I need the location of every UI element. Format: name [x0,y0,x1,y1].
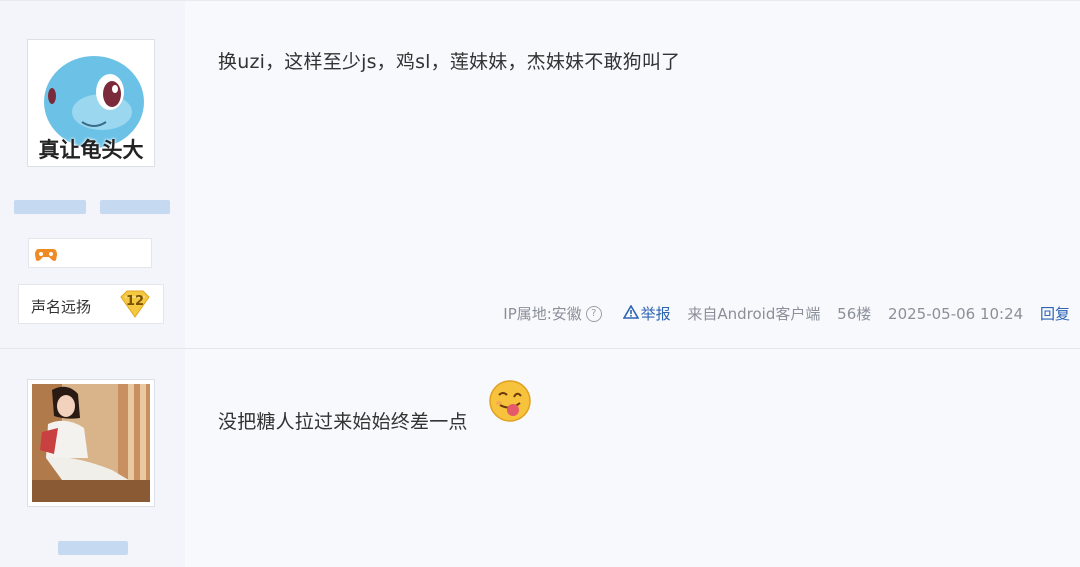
tongue-emoji-icon [489,380,531,422]
post-floor-56: 真让龟头大 声名远扬 12 换uzi，这样至少js，鸡sl，莲妹妹，杰妹妹不敢狗… [0,0,1080,349]
ip-location: IP属地:安徽? [503,303,602,324]
level-badge-icon: 12 [119,289,151,319]
post-tail: IP属地:安徽? 举报 来自Android客户端 56楼 2025-05-06 … [503,303,1070,324]
client-source: 来自Android客户端 [687,305,821,323]
game-controller-icon [35,249,57,261]
report-link[interactable]: 举报 [622,303,671,324]
user-rank[interactable]: 声名远扬 12 [18,284,164,324]
warning-icon [622,304,639,319]
member-badge[interactable] [28,238,152,268]
rank-level: 12 [125,294,145,309]
floor-number: 56楼 [837,305,872,323]
reply-link[interactable]: 回复 [1040,303,1070,324]
post-content-2: 没把糖人拉过来始始终差一点 [218,411,468,433]
username-blurred-3[interactable] [58,541,128,555]
post-next: 没把糖人拉过来始始终差一点 [0,348,1080,567]
username-blurred-2[interactable] [100,200,170,214]
user-avatar-2[interactable] [27,379,155,507]
post-content: 换uzi，这样至少js，鸡sl，莲妹妹，杰妹妹不敢狗叫了 [218,51,681,73]
post-time: 2025-05-06 10:24 [888,304,1024,323]
person-photo-avatar [32,384,150,502]
user-sidebar-2 [0,349,185,567]
avatar-caption: 真让龟头大 [38,138,144,162]
user-avatar[interactable]: 真让龟头大 [27,39,155,167]
help-icon[interactable]: ? [585,305,602,322]
rank-title: 声名远扬 [31,298,92,316]
user-sidebar: 真让龟头大 声名远扬 12 [0,1,185,349]
username-blurred[interactable] [14,200,86,214]
